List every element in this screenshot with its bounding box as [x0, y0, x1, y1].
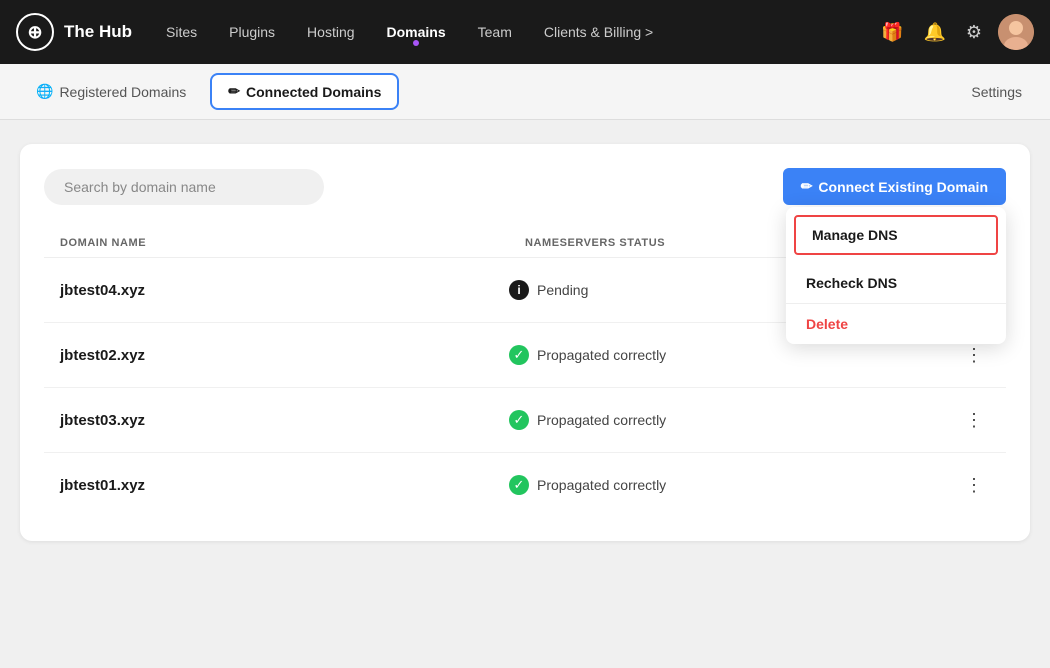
connect-btn-label: Connect Existing Domain: [818, 179, 988, 195]
row-action-button[interactable]: [958, 404, 990, 436]
status-cell: ✓ Propagated correctly: [509, 475, 958, 495]
logo-area[interactable]: ⊕ The Hub: [16, 13, 132, 51]
domains-card: Search by domain name ✏ Connect Existing…: [20, 144, 1030, 541]
three-dots-icon: [965, 410, 983, 431]
status-ok-icon: ✓: [509, 345, 529, 365]
connect-existing-domain-button[interactable]: ✏ Connect Existing Domain: [783, 168, 1006, 205]
avatar-image: [998, 14, 1034, 50]
connect-btn-container: ✏ Connect Existing Domain Manage DNS Rec…: [783, 168, 1006, 205]
tab-registered-domains[interactable]: 🌐 Registered Domains: [20, 75, 202, 108]
three-dots-icon: [965, 475, 983, 496]
brand-name: The Hub: [64, 22, 132, 42]
domain-name-cell: jbtest02.xyz: [60, 347, 509, 364]
nav-domains[interactable]: Domains: [373, 16, 460, 48]
top-navigation: ⊕ The Hub Sites Plugins Hosting Domains …: [0, 0, 1050, 64]
nav-team[interactable]: Team: [464, 16, 526, 48]
sub-navigation: 🌐 Registered Domains ✏ Connected Domains…: [0, 64, 1050, 120]
status-cell: ✓ Propagated correctly: [509, 345, 958, 365]
col-domain-name: DOMAIN NAME: [60, 237, 525, 249]
row-action-button[interactable]: [958, 469, 990, 501]
status-ok-icon: ✓: [509, 410, 529, 430]
logo-icon: ⊕: [16, 13, 54, 51]
domain-name-cell: jbtest01.xyz: [60, 477, 509, 494]
tab-connected-domains[interactable]: ✏ Connected Domains: [210, 73, 399, 110]
status-text: Pending: [537, 282, 588, 298]
nav-clients-billing[interactable]: Clients & Billing >: [530, 16, 667, 48]
status-text: Propagated correctly: [537, 412, 666, 428]
search-input[interactable]: Search by domain name: [44, 169, 324, 205]
bell-icon[interactable]: 🔔: [915, 14, 953, 51]
table-row: jbtest01.xyz ✓ Propagated correctly: [44, 453, 1006, 517]
three-dots-icon: [965, 345, 983, 366]
settings-link[interactable]: Settings: [963, 76, 1030, 108]
domain-action-dropdown: Manage DNS Recheck DNS Delete: [786, 207, 1006, 344]
avatar[interactable]: [998, 14, 1034, 50]
nav-plugins[interactable]: Plugins: [215, 16, 289, 48]
domain-name-cell: jbtest03.xyz: [60, 412, 509, 429]
connect-icon: ✏: [801, 178, 813, 195]
tab-registered-domains-label: Registered Domains: [59, 84, 186, 100]
status-cell: ✓ Propagated correctly: [509, 410, 958, 430]
main-content: Search by domain name ✏ Connect Existing…: [0, 120, 1050, 668]
nav-hosting[interactable]: Hosting: [293, 16, 368, 48]
domain-name-cell: jbtest04.xyz: [60, 282, 509, 299]
recheck-dns-item[interactable]: Recheck DNS: [786, 263, 1006, 303]
status-text: Propagated correctly: [537, 477, 666, 493]
globe-icon: 🌐: [36, 83, 53, 100]
nav-sites[interactable]: Sites: [152, 16, 211, 48]
table-row: jbtest03.xyz ✓ Propagated correctly: [44, 388, 1006, 453]
active-nav-dot: [413, 40, 419, 46]
status-ok-icon: ✓: [509, 475, 529, 495]
pencil-icon: ✏: [228, 83, 240, 100]
tab-connected-domains-label: Connected Domains: [246, 84, 381, 100]
manage-dns-item[interactable]: Manage DNS: [794, 215, 998, 255]
status-text: Propagated correctly: [537, 347, 666, 363]
status-info-icon: i: [509, 280, 529, 300]
delete-item[interactable]: Delete: [786, 304, 1006, 344]
toolbar: Search by domain name ✏ Connect Existing…: [44, 168, 1006, 205]
gear-icon[interactable]: ⚙: [958, 14, 990, 51]
gift-icon[interactable]: 🎁: [873, 14, 911, 51]
